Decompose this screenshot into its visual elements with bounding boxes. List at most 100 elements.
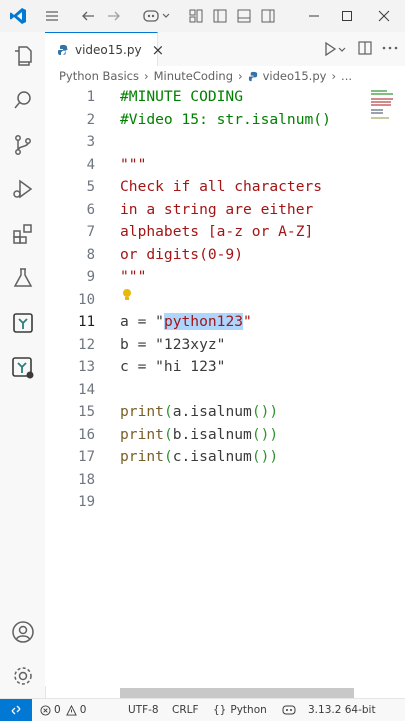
language-status[interactable]: {} Python [213,699,267,721]
line-number: 17 [78,449,95,465]
layout-icon[interactable] [186,0,206,32]
python-file-icon [57,44,69,56]
line-number: 5 [86,179,95,195]
language-label: Python [230,704,267,716]
code-line: b = "123xyz" [120,335,226,353]
line-number: 18 [78,471,95,488]
close-icon[interactable] [370,0,398,32]
testing-icon[interactable] [0,258,45,298]
line-number: 15 [78,404,95,420]
menu-icon[interactable] [40,0,64,32]
line-number: 10 [78,291,95,308]
activity-bar [0,32,46,698]
error-count: 0 [54,704,61,716]
line-number: 7 [86,224,95,240]
interpreter-status[interactable]: 3.13.2 64-bit [308,699,376,721]
code-line: in a string are either [120,200,314,218]
minimize-icon[interactable] [300,0,328,32]
title-bar [0,0,405,33]
line-number: 3 [86,134,95,150]
line-number: 6 [86,201,95,218]
code-line: c = "hi 123" [120,358,226,375]
print-call: print [120,403,164,420]
code-line-15: print(a.isalnum()) [120,403,279,420]
method-call: b.isalnum [172,425,252,443]
tab-video15[interactable]: video15.py × [45,32,164,66]
encoding-status[interactable]: UTF-8 [128,699,159,721]
print-call: print [120,448,164,465]
eol-status[interactable]: CRLF [172,699,199,721]
line-number: 16 [78,426,95,443]
warning-icon [65,704,77,716]
warning-count: 0 [79,704,87,716]
breadcrumb-file[interactable]: video15.py [263,69,327,83]
selected-text: python123 [163,313,244,330]
line-number: 13 [78,359,95,375]
code-line-17: print(c.isalnum()) [120,448,279,465]
search-icon[interactable] [0,80,45,120]
breadcrumb: Python Basics › MinuteCoding › video15.p… [45,66,405,86]
language-brackets: {} [213,704,227,716]
line-number: 1 [86,89,95,105]
run-debug-icon[interactable] [0,169,45,209]
tab-close-button[interactable]: × [152,41,165,59]
breadcrumb-separator: › [143,69,149,83]
line-number: 14 [78,381,95,398]
code-line: #Video 15: str.isalnum() [120,110,331,128]
back-arrow-icon[interactable] [78,0,98,32]
line-number: 8 [86,246,95,263]
toggle-secondary-sidebar-icon[interactable] [258,0,278,32]
more-actions-icon[interactable] [381,40,399,56]
code-line: alphabets [a-z or A-Z] [120,223,314,240]
copilot-icon[interactable] [140,0,176,32]
horizontal-scrollbar[interactable] [120,688,354,698]
breadcrumb-separator: › [238,69,243,83]
breadcrumb-folder-minutecoding[interactable]: MinuteCoding [154,69,233,83]
maximize-icon[interactable] [333,0,361,32]
print-call: print [120,425,164,443]
source-control-icon[interactable] [0,125,45,165]
breadcrumb-more[interactable]: ... [341,69,352,83]
settings-gear-icon[interactable] [0,656,45,696]
code-line: #MINUTE CODING [120,88,244,105]
split-editor-icon[interactable] [357,40,373,56]
line-number: 2 [86,111,95,128]
account-icon[interactable] [0,612,45,652]
tab-label: video15.py [75,42,142,57]
forward-arrow-icon[interactable] [104,0,124,32]
code-line-16: print(b.isalnum()) [120,425,279,443]
vscode-logo-icon[interactable] [6,0,30,32]
method-call: c.isalnum [172,448,252,465]
remote-icon[interactable] [0,699,32,721]
code-line-11: a = "python123" [120,311,252,334]
toggle-primary-sidebar-icon[interactable] [210,0,230,32]
breadcrumb-folder-python-basics[interactable]: Python Basics [59,69,139,83]
code-line: """ [120,155,147,173]
code-assign-a: a = " [120,313,164,330]
run-icon[interactable] [323,40,349,58]
minute-coding-notify-icon[interactable] [0,348,45,388]
line-number: 9 [86,269,95,285]
error-icon [40,704,51,716]
line-number: 4 [86,156,95,173]
code-line: """ [120,268,147,285]
minute-coding-icon[interactable] [0,303,45,343]
line-number: 19 [78,494,95,510]
explorer-icon[interactable] [0,36,45,76]
line-number: 11 [78,314,95,330]
code-line: Check if all characters [120,178,323,195]
minimap[interactable] [371,90,395,120]
problems-status[interactable]: 0 0 [40,699,86,721]
copilot-icon[interactable] [282,699,296,721]
code-quote: " [243,313,252,330]
extensions-icon[interactable] [0,214,45,254]
method-call: a.isalnum [172,403,252,420]
code-line: or digits(0-9) [120,245,244,263]
editor-tabs: video15.py × [45,32,405,67]
toggle-panel-icon[interactable] [234,0,254,32]
line-number: 12 [78,336,95,353]
breadcrumb-separator: › [331,69,337,83]
python-file-icon [248,71,259,82]
lightbulb-icon[interactable] [121,288,133,302]
code-editor[interactable]: 1 2 3 4 5 6 7 8 9 10 11 12 13 14 15 16 1… [45,86,405,698]
